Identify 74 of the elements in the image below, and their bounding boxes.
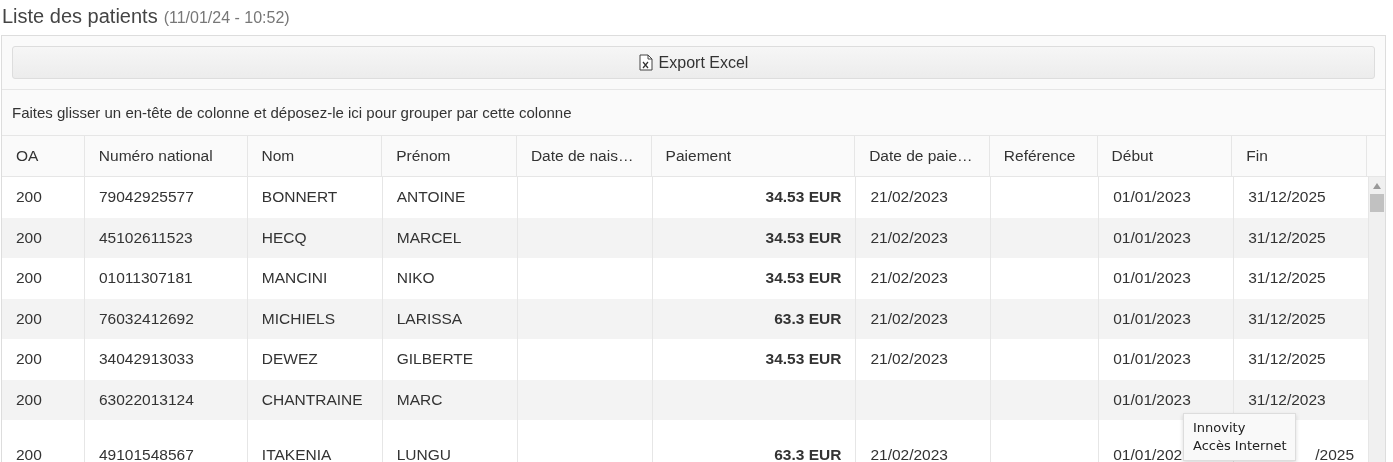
table-cell: 63.3 EUR (774, 309, 842, 328)
table-cell: BONNERT (261, 188, 338, 207)
table-cell: 01/01/2023 (1113, 350, 1191, 369)
table-cell: 31/12/2025 (1248, 269, 1326, 288)
table-cell: CHANTRAINE (261, 390, 363, 409)
table-cell: 76032412692 (98, 309, 194, 328)
spreadsheet-icon (638, 54, 653, 71)
table-cell: 34042913033 (98, 350, 194, 369)
column-header[interactable]: OA (2, 136, 84, 176)
table-cell: /2025 (1315, 446, 1355, 462)
table-cell: LARISSA (396, 309, 463, 328)
table-cell: MARCEL (396, 228, 462, 247)
table-cell: 200 (16, 350, 42, 369)
table-cell: 34.53 EUR (765, 228, 842, 247)
table-cell: 34.53 EUR (765, 350, 842, 369)
table-cell: 31/12/2025 (1248, 228, 1326, 247)
table-cell: 01/01/2023 (1113, 228, 1191, 247)
table-cell: ITAKENIA (261, 446, 332, 462)
column-header[interactable]: Prénom (381, 136, 516, 176)
table-cell: 31/12/2023 (1248, 390, 1326, 409)
table-cell: 21/02/2023 (870, 269, 948, 288)
table-cell: 21/02/2023 (870, 228, 948, 247)
table-cell: ANTOINE (396, 188, 466, 207)
scroll-up-icon[interactable] (1372, 182, 1382, 190)
table-cell: 49101548567 (98, 446, 194, 462)
table-cell: 200 (16, 188, 42, 207)
table-cell: 63.3 EUR (774, 446, 842, 462)
table-cell: 63022013124 (98, 390, 194, 409)
table-cell: 31/12/2025 (1248, 309, 1326, 328)
table-cell: 200 (16, 390, 42, 409)
table-cell: 200 (16, 269, 42, 288)
export-button[interactable]: Export Excel (12, 46, 1375, 79)
table-cell: 21/02/2023 (870, 309, 948, 328)
table-cell: 01/01/202 (1113, 446, 1183, 462)
table-cell: 01/01/2023 (1113, 309, 1191, 328)
table-cell: 34.53 EUR (765, 188, 842, 207)
page-title: Liste des patients (2, 5, 158, 28)
table-cell: GILBERTE (396, 350, 474, 369)
table-cell: 45102611523 (98, 228, 193, 247)
table-cell: LUNGU (396, 446, 451, 462)
table-cell: MARC (396, 390, 443, 409)
column-header[interactable]: Paiement (650, 136, 855, 176)
scrollbar[interactable] (1368, 177, 1385, 462)
table-cell: 31/12/2025 (1248, 188, 1326, 207)
table-cell: 79042925577 (98, 188, 194, 207)
table-cell: HECQ (261, 228, 307, 247)
table-cell: 200 (16, 228, 42, 247)
column-header[interactable]: Fin (1231, 136, 1366, 176)
table-cell: 01/01/2023 (1113, 269, 1191, 288)
table-cell: 21/02/2023 (870, 350, 948, 369)
table-cell: 31/12/2025 (1248, 350, 1326, 369)
table-cell: 01011307181 (98, 269, 193, 288)
table-cell: 34.53 EUR (765, 269, 842, 288)
column-header[interactable]: Date de nais… (515, 136, 651, 176)
timestamp: (11/01/24 - 10:52) (163, 9, 290, 27)
column-header[interactable]: Début (1096, 136, 1232, 176)
column-header[interactable]: Nom (246, 136, 382, 176)
table-cell: 01/01/2023 (1113, 188, 1191, 207)
table-cell: 200 (16, 446, 42, 462)
table-cell: 01/01/2023 (1113, 390, 1191, 409)
table-cell: DEWEZ (261, 350, 318, 369)
table-cell: 21/02/2023 (870, 188, 948, 207)
column-header[interactable]: Numéro national (83, 136, 247, 176)
table-cell: 21/02/2023 (870, 446, 948, 462)
table-cell: 200 (16, 309, 42, 328)
tooltip-text: Accès Internet (1193, 437, 1287, 455)
group-hint: Faites glisser un en-tête de colonne et déposez-le ici pour grouper par cette colonne (12, 104, 572, 121)
table-cell: MANCINI (261, 269, 328, 288)
scroll-thumb[interactable] (1370, 194, 1384, 212)
column-header[interactable]: Date de paie… (854, 136, 989, 176)
table-cell: MICHIELS (261, 309, 336, 328)
table-cell: NIKO (396, 269, 435, 288)
tooltip-text: Innovity (1193, 419, 1247, 437)
column-header[interactable]: Reférence (988, 136, 1097, 176)
